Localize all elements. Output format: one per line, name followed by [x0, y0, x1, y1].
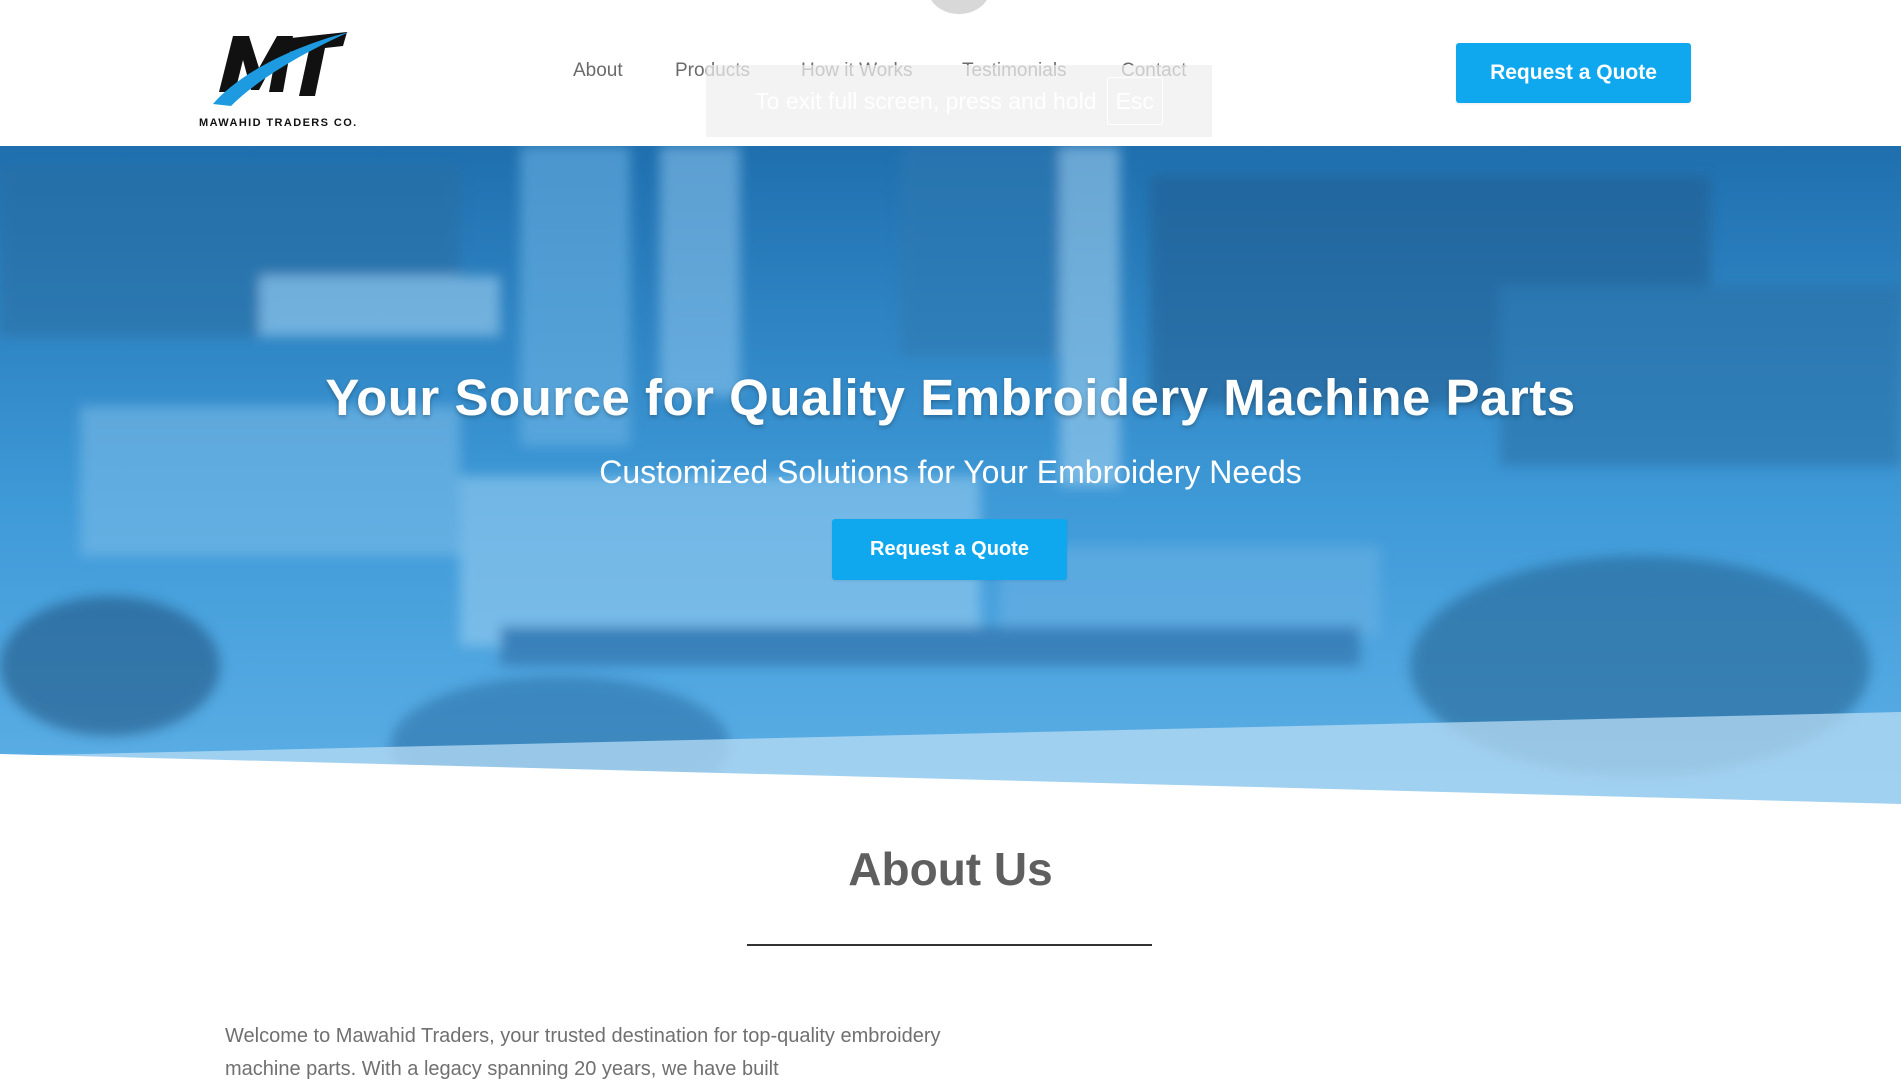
mt-logo-icon [213, 32, 349, 106]
brand-name: MAWAHID TRADERS CO. [199, 117, 358, 129]
fullscreen-exit-notice: To exit full screen, press and hold Esc [706, 65, 1212, 137]
fullscreen-notice-key: Esc [1106, 77, 1163, 125]
hero-section: Your Source for Quality Embroidery Machi… [0, 146, 1901, 804]
brand-logo[interactable]: MAWAHID TRADERS CO. [199, 26, 361, 132]
fullscreen-notice-text: To exit full screen, press and hold [755, 87, 1097, 114]
about-intro-text: Welcome to Mawahid Traders, your trusted… [225, 1025, 941, 1080]
about-title: About Us [848, 843, 1053, 895]
about-divider [747, 944, 1152, 946]
header-request-quote-button[interactable]: Request a Quote [1456, 43, 1691, 103]
hero-title: Your Source for Quality Embroidery Machi… [325, 369, 1576, 426]
hero-subtitle: Customized Solutions for Your Embroidery… [599, 454, 1302, 490]
hero-request-quote-button[interactable]: Request a Quote [832, 519, 1067, 580]
nav-about[interactable]: About [573, 60, 623, 82]
